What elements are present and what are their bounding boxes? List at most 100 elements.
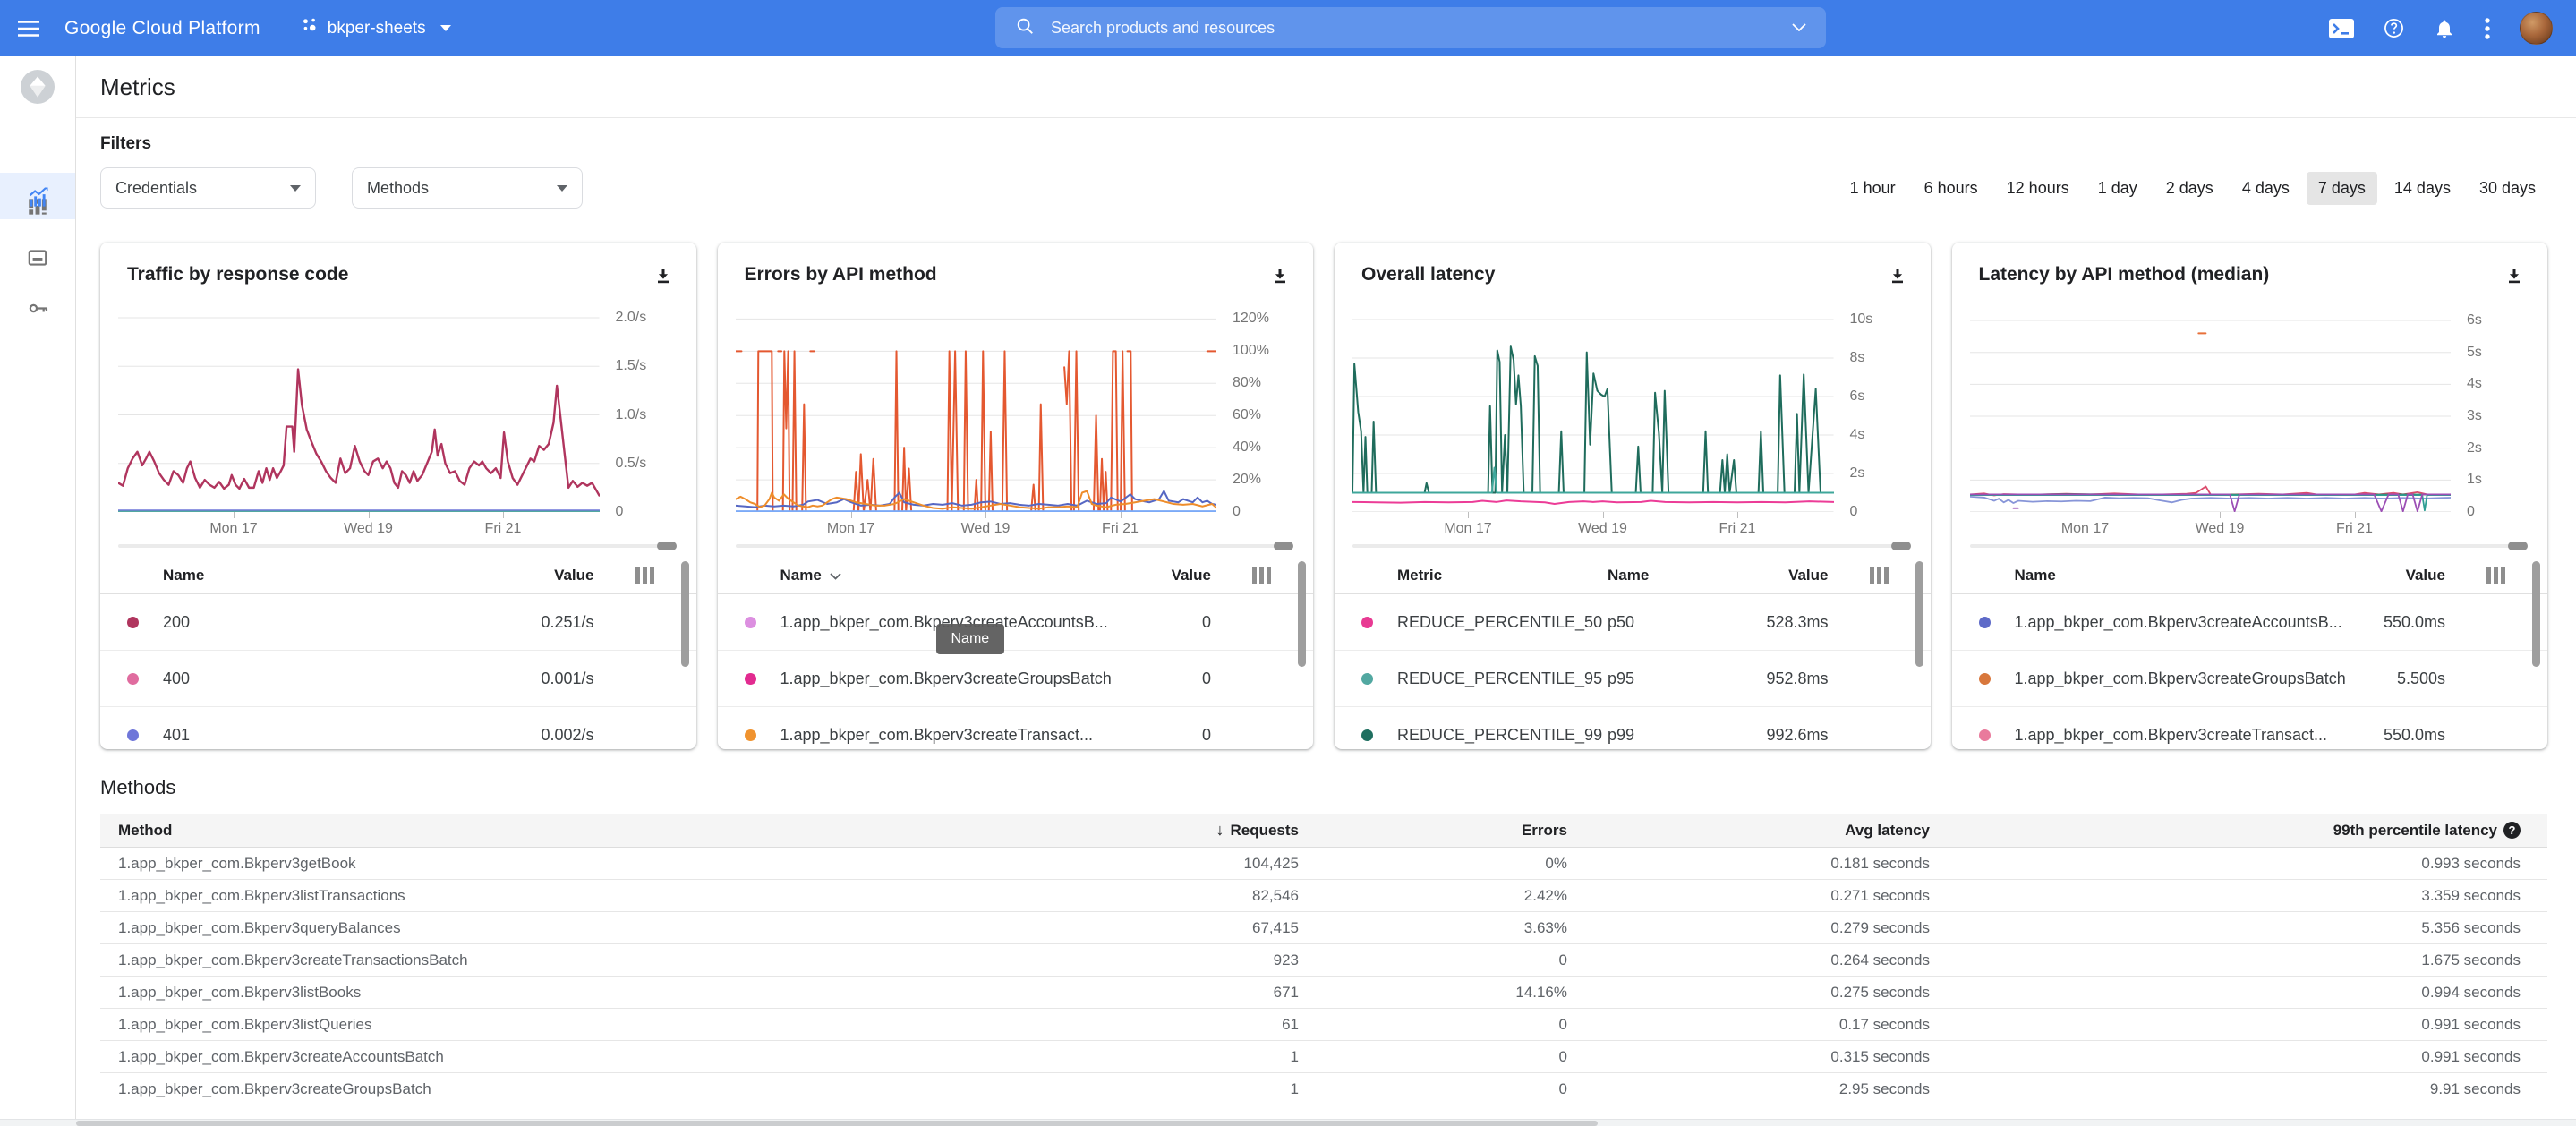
legend-row: 1.app_bkper_com.Bkperv3createTransact...… [1952,707,2548,749]
scrollbar-thumb[interactable] [1274,542,1293,550]
column-settings-icon[interactable] [1868,567,1891,589]
legend-value: 0.001/s [541,669,594,687]
legend-table-header: Name Value [100,557,696,594]
column-header-name[interactable]: Name [1608,567,1649,584]
legend-value: 550.0ms [2383,612,2445,631]
chart-horizontal-scrollbar[interactable] [735,542,1293,550]
search-input[interactable] [1051,18,1792,38]
method-cell-errors: 0 [1558,1015,1567,1033]
scrollbar-thumb[interactable] [2508,542,2528,550]
chart-horizontal-scrollbar[interactable] [1969,542,2528,550]
scrollbar-thumb[interactable] [656,542,677,550]
y-axis-labels: 120% 100% 80% 60% 40% 20% 0 [1233,311,1269,519]
sidebar-item-metrics-icon[interactable] [0,185,75,209]
time-range-2-days[interactable]: 2 days [2154,172,2225,205]
chevron-down-icon [557,184,567,192]
series-color-dot [127,616,139,628]
legend-row: 400 0.001/s [100,651,696,707]
cloud-shell-icon[interactable] [2329,18,2354,38]
legend-vertical-scrollbar[interactable] [680,561,689,667]
legend-table-header: Name Value [1951,557,2547,594]
method-cell-p99: 9.91 seconds [2429,1079,2521,1097]
column-settings-icon[interactable] [634,567,657,589]
column-header-value[interactable]: Value [1788,567,1828,584]
time-range-12-hours[interactable]: 12 hours [1995,172,2081,205]
sidebar-item-quotas[interactable] [0,246,75,269]
sidebar-item-credentials[interactable] [0,296,75,320]
time-range-6-hours[interactable]: 6 hours [1913,172,1990,205]
column-settings-icon[interactable] [2485,567,2508,589]
legend-table-header: Metric Name Value [1335,557,1931,594]
legend-row: 1.app_bkper_com.Bkperv3createTransact...… [718,707,1314,749]
header-avg-latency[interactable]: Avg latency [1567,822,1930,840]
scrollbar-thumb[interactable] [1890,542,1911,550]
help-icon[interactable]: ? [2503,822,2521,839]
column-header-name[interactable]: Name [780,567,841,584]
column-settings-icon[interactable] [1250,567,1274,589]
header-errors[interactable]: Errors [1299,822,1567,840]
time-range-14-days[interactable]: 14 days [2383,172,2462,205]
column-header-value[interactable]: Value [1172,567,1211,584]
project-selector[interactable]: bkper-sheets [302,17,451,39]
column-header-name[interactable]: Name [163,567,204,584]
column-header-value[interactable]: Value [554,567,593,584]
time-range-4-days[interactable]: 4 days [2231,172,2301,205]
y-axis-labels: 6s 5s 4s 3s 2s 1s 0 [2467,312,2482,519]
sort-descending-icon: ↓ [1215,821,1224,839]
series-color-dot [1978,672,1991,685]
method-cell-avg: 0.17 seconds [1838,1015,1930,1033]
column-header-name[interactable]: Name [2015,567,2056,584]
top-app-bar: Google Cloud Platform bkper-sheets [0,0,2576,56]
search-bar[interactable] [995,7,1826,48]
legend-vertical-scrollbar[interactable] [1915,561,1923,667]
legend-value: 550.0ms [2383,725,2445,744]
series-color-dot [1978,616,1991,628]
column-header-value[interactable]: Value [2406,567,2445,584]
chart-horizontal-scrollbar[interactable] [1352,542,1911,550]
time-range-7-days[interactable]: 7 days [2306,171,2377,205]
hamburger-menu-icon[interactable] [0,0,57,56]
user-avatar[interactable] [2520,12,2553,45]
method-cell-avg: 0.315 seconds [1830,1047,1930,1065]
horizontal-scrollbar-thumb[interactable] [76,1121,1598,1126]
help-icon[interactable] [2383,17,2405,39]
metric-card-3: Overall latency 10s 8s 6s 4s 2s 0 Mon 17 Wed 19 F… [1335,243,1931,749]
method-cell-avg: 0.181 seconds [1830,854,1930,872]
notifications-bell-icon[interactable] [2434,17,2455,40]
time-range-30-days[interactable]: 30 days [2468,172,2547,205]
card-title: Overall latency [1361,264,1496,285]
legend-vertical-scrollbar[interactable] [2532,561,2540,667]
methods-dropdown[interactable]: Methods [352,167,583,209]
header-p99-latency[interactable]: 99th percentile latency ? [1930,822,2521,840]
header-requests[interactable]: ↓ Requests [1017,821,1299,840]
chart-horizontal-scrollbar[interactable] [118,542,677,550]
method-cell-p99: 1.675 seconds [2421,951,2521,968]
card-header: Errors by API method [718,243,1314,290]
method-cell-avg: 0.279 seconds [1830,918,1930,936]
more-options-icon[interactable] [2484,16,2491,41]
method-cell-requests: 1 [1290,1047,1299,1065]
legend-metric: REDUCE_PERCENTILE_95 [1397,669,1603,687]
line-chart [1970,306,2452,518]
time-range-1-day[interactable]: 1 day [2086,172,2149,205]
x-axis-labels: Mon 17 Wed 19 Fri 21 [826,521,1139,536]
brand-title[interactable]: Google Cloud Platform [64,18,260,39]
search-expand-chevron-icon[interactable] [1792,20,1806,36]
download-chart-icon[interactable] [2504,266,2524,290]
download-chart-icon[interactable] [1270,266,1290,290]
column-header-metric[interactable]: Metric [1397,567,1608,584]
method-cell-p99: 5.356 seconds [2421,918,2521,936]
method-cell-errors: 0 [1558,1079,1567,1097]
legend-vertical-scrollbar[interactable] [1298,561,1306,667]
credentials-dropdown[interactable]: Credentials [100,167,316,209]
filters-label: Filters [100,134,152,153]
method-cell-method: 1.app_bkper_com.Bkperv3listBooks [118,983,362,1001]
download-chart-icon[interactable] [1888,266,1907,290]
download-chart-icon[interactable] [653,266,673,290]
methods-section-title: Methods [100,776,176,798]
card-header: Overall latency [1335,243,1931,290]
header-method[interactable]: Method [118,822,1017,840]
method-cell-requests: 671 [1273,983,1299,1001]
legend-name: 1.app_bkper_com.Bkperv3createGroupsBatch [780,669,1112,687]
time-range-1-hour[interactable]: 1 hour [1838,172,1907,205]
